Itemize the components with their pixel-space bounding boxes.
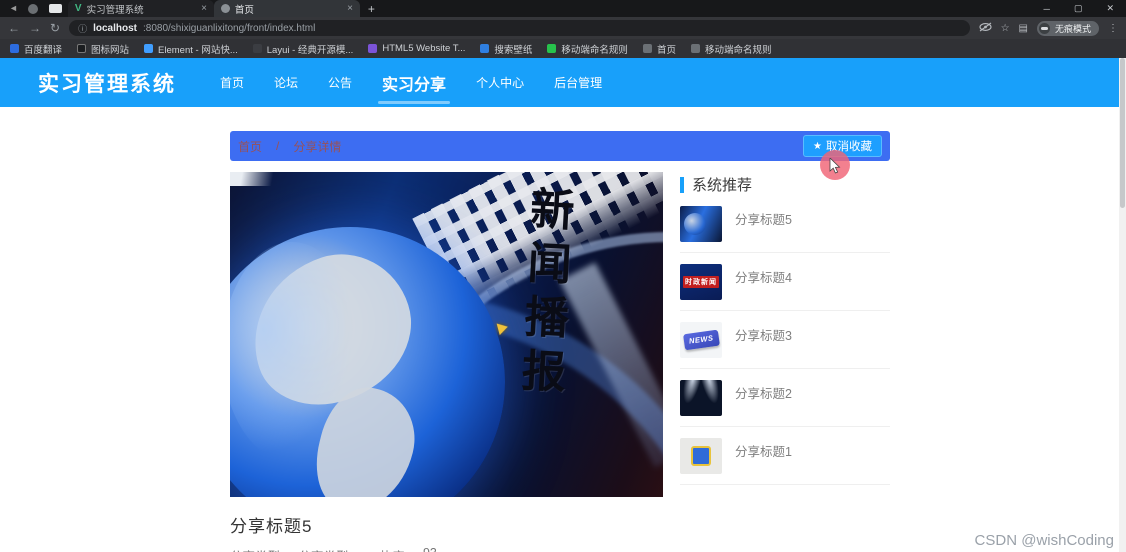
site-header: 实习管理系统 首页 论坛 公告 实习分享 个人中心 后台管理 <box>0 58 1126 107</box>
minimize-button[interactable]: ─ <box>1044 4 1050 14</box>
vue-logo-icon: V <box>74 3 82 14</box>
breadcrumb-current: 分享详情 <box>293 139 342 154</box>
recommend-sidebar: 系统推荐 分享标题5 时政新闻 分享标题4 NEWS 分享标题3 分享标题2 分… <box>680 172 890 497</box>
bookmark-naming-rules-2[interactable]: 移动端命名规则 <box>690 42 771 56</box>
element-icon <box>144 44 154 53</box>
globe-icon <box>642 44 652 53</box>
browser-toolbar: ← → ↻ ⓘ localhost :8080/shixiguanlixitong… <box>0 17 1126 39</box>
globe-icon <box>690 44 700 53</box>
bookmarks-bar: 百度翻译 图标网站 Element - 网站快... Layui - 经典开源模… <box>0 39 1126 58</box>
bookmark-html5[interactable]: HTML5 Website T... <box>368 43 465 54</box>
main-nav: 首页 论坛 公告 实习分享 个人中心 后台管理 <box>220 71 602 104</box>
reload-button[interactable]: ↻ <box>50 21 60 35</box>
tab-internship-system[interactable]: V 实习管理系统 × <box>67 0 214 17</box>
pinned-window-icon[interactable] <box>48 4 62 13</box>
layui-icon <box>252 44 262 53</box>
bookmark-star-icon[interactable]: ☆ <box>1001 23 1010 34</box>
content-area: 首页 / 分享详情 ★ 取消收藏 新闻播报 系统推荐 分享标题5 时政新闻 分享… <box>230 131 890 552</box>
tab-close-icon[interactable]: × <box>347 3 353 14</box>
browser-menu-icon[interactable]: ⋮ <box>1108 23 1118 34</box>
address-bar[interactable]: ⓘ localhost :8080/shixiguanlixitong/front… <box>69 20 970 36</box>
cursor-arrow-icon <box>829 158 841 174</box>
new-tab-button[interactable]: + <box>368 2 375 16</box>
globe-icon <box>220 4 230 13</box>
breadcrumb-home[interactable]: 首页 <box>238 138 262 155</box>
breadcrumb: 首页 / 分享详情 <box>238 138 341 155</box>
window-controls: ─ ▢ ✕ <box>1044 3 1126 14</box>
article-hero-image: 新闻播报 <box>230 172 663 497</box>
incognito-label: 无痕模式 <box>1054 23 1091 34</box>
globe-news-thumb <box>680 206 722 242</box>
bookmark-home[interactable]: 首页 <box>642 42 676 56</box>
breadcrumb-separator: / <box>276 139 280 153</box>
bookmark-icon-site[interactable]: 图标网站 <box>77 42 129 56</box>
sidebar-title: 系统推荐 <box>680 174 890 195</box>
bookmark-naming-rules[interactable]: 移动端命名规则 <box>547 42 628 56</box>
tab-close-icon[interactable]: × <box>201 3 207 14</box>
incognito-badge[interactable]: 无痕模式 <box>1036 20 1099 36</box>
main-row: 新闻播报 系统推荐 分享标题5 时政新闻 分享标题4 NEWS 分享标题3 分享… <box>230 172 890 497</box>
article-title: 分享标题5 <box>230 517 313 536</box>
web-page: 实习管理系统 首页 论坛 公告 实习分享 个人中心 后台管理 首页 / 分享详情… <box>0 58 1126 552</box>
bookmark-wallpaper[interactable]: 搜索壁纸 <box>480 42 532 56</box>
flag-icon <box>77 44 87 53</box>
tab-home[interactable]: 首页 × <box>213 0 360 17</box>
password-eye-icon[interactable] <box>979 22 992 35</box>
browser-tab-strip: ◄ V 实习管理系统 × 首页 × + ─ ▢ ✕ <box>0 0 1126 17</box>
pinned-globe-icon[interactable] <box>27 3 38 14</box>
site-brand: 实习管理系统 <box>38 72 176 96</box>
nav-admin[interactable]: 后台管理 <box>554 74 602 91</box>
bookmark-element[interactable]: Element - 网站快... <box>144 42 238 56</box>
green-doc-icon <box>547 44 557 53</box>
baidu-translate-icon <box>10 44 19 53</box>
badge-news-thumb <box>680 438 722 474</box>
mouse-cursor <box>820 150 850 180</box>
recommend-item-5[interactable]: 分享标题5 <box>680 195 890 253</box>
nav-forum[interactable]: 论坛 <box>274 74 298 91</box>
forward-button[interactable]: → <box>29 21 41 35</box>
site-info-icon[interactable]: ⓘ <box>78 22 87 35</box>
share-type-label: 分享类型： <box>230 546 293 552</box>
reading-list-icon[interactable]: ▤ <box>1019 23 1028 34</box>
breadcrumb-bar: 首页 / 分享详情 ★ 取消收藏 <box>230 131 890 161</box>
news-bubble-thumb: NEWS <box>680 322 722 358</box>
share-type-value: 分享类型2 <box>299 546 356 552</box>
accent-bar <box>680 176 684 193</box>
incognito-avatar-icon <box>1038 22 1050 34</box>
tab-title: 首页 <box>234 4 254 16</box>
nav-internship-share[interactable]: 实习分享 <box>378 71 451 104</box>
heat-value: 93 <box>423 546 437 552</box>
page-scrollbar[interactable] <box>1119 58 1126 552</box>
url-path: :8080/shixiguanlixitong/front/index.html <box>142 22 316 34</box>
maximize-button[interactable]: ▢ <box>1074 3 1083 14</box>
article-meta: 分享类型： 分享类型2 热度： 93 <box>230 546 890 552</box>
heat-label: 热度： <box>379 546 417 552</box>
scrollbar-thumb[interactable] <box>1120 58 1125 208</box>
watermark: CSDN @wishCoding <box>974 532 1114 549</box>
nav-notice[interactable]: 公告 <box>328 74 352 91</box>
close-window-button[interactable]: ✕ <box>1106 3 1114 14</box>
recommend-item-1[interactable]: 分享标题1 <box>680 427 890 485</box>
recommend-item-2[interactable]: 分享标题2 <box>680 369 890 427</box>
stage-lights-thumb <box>680 380 722 416</box>
recommend-item-4[interactable]: 时政新闻 分享标题4 <box>680 253 890 311</box>
recommend-item-3[interactable]: NEWS 分享标题3 <box>680 311 890 369</box>
url-host: localhost <box>93 22 137 34</box>
nav-personal-center[interactable]: 个人中心 <box>476 74 524 91</box>
politics-news-thumb: 时政新闻 <box>680 264 722 300</box>
pinned-arrow-icon[interactable]: ◄ <box>9 0 18 17</box>
wallpaper-icon <box>480 44 490 53</box>
back-button[interactable]: ← <box>8 21 20 35</box>
hero-highlight <box>230 172 290 186</box>
bookmark-layui[interactable]: Layui - 经典开源模... <box>252 42 353 56</box>
nav-home[interactable]: 首页 <box>220 74 244 91</box>
bookmark-baidu-translate[interactable]: 百度翻译 <box>10 42 62 56</box>
html5-icon <box>368 44 378 53</box>
tab-title: 实习管理系统 <box>86 4 144 16</box>
hero-caption: 新闻播报 <box>513 184 574 404</box>
